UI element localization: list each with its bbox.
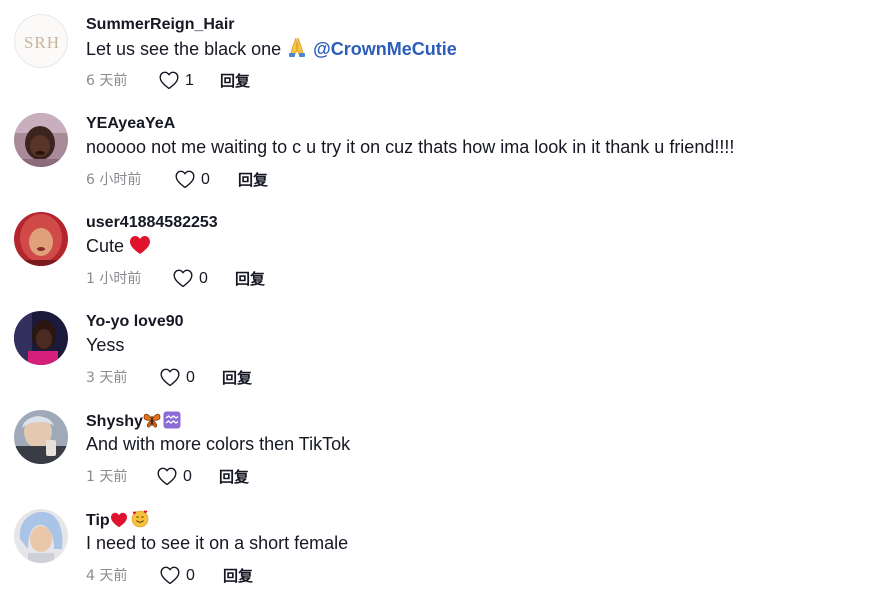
reply-button[interactable]: 回复 — [222, 366, 252, 390]
comment-item: Shyshy And with more colors then TikTok … — [0, 410, 879, 509]
heart-outline-icon — [173, 269, 193, 288]
like-count: 0 — [199, 270, 208, 287]
username[interactable]: SummerReign_Hair — [86, 15, 235, 35]
comment-item: Yo-yo love90 Yess 3 天前 0 回复 — [0, 311, 879, 410]
heart-outline-icon — [175, 170, 195, 189]
username-text[interactable]: Shyshy — [86, 413, 143, 430]
username[interactable]: Yo-yo love90 — [86, 312, 184, 332]
avatar[interactable] — [14, 509, 68, 563]
avatar[interactable] — [14, 113, 68, 167]
red-heart-icon — [129, 235, 151, 261]
timestamp: 1 天前 — [86, 469, 128, 485]
reply-button[interactable]: 回复 — [238, 168, 268, 192]
avatar[interactable]: SRH — [14, 14, 68, 68]
timestamp: 6 小时前 — [86, 172, 142, 188]
avatar[interactable] — [14, 311, 68, 365]
comment-text: nooooo not me waiting to c u try it on c… — [86, 137, 735, 157]
reply-button[interactable]: 回复 — [219, 465, 249, 489]
avatar[interactable] — [14, 212, 68, 266]
comment-body: Let us see the black one — [86, 39, 282, 59]
reply-button[interactable]: 回复 — [235, 267, 265, 291]
reply-button[interactable]: 回复 — [220, 69, 250, 93]
comment-text: I need to see it on a short female — [86, 533, 349, 553]
comment-item: user41884582253 Cute 1 小时前 0 回复 — [0, 212, 879, 311]
comment-item: YEAyeaYeA nooooo not me waiting to c u t… — [0, 113, 879, 212]
heart-outline-icon — [157, 467, 177, 486]
user-photo-icon — [14, 212, 68, 266]
comment-item: SRH SummerReign_Hair Let us see the blac… — [0, 14, 879, 113]
folded-hands-icon — [286, 36, 308, 64]
comment-body: Cute — [86, 236, 125, 256]
username-text[interactable]: user41884582253 — [86, 214, 218, 231]
like-count: 0 — [186, 567, 195, 584]
heart-outline-icon — [160, 368, 180, 387]
like-count: 0 — [201, 171, 210, 188]
like-count: 0 — [186, 369, 195, 386]
user-photo-icon — [14, 311, 68, 365]
comment-list: SRH SummerReign_Hair Let us see the blac… — [0, 0, 879, 604]
comment-text: And with more colors then TikTok — [86, 434, 351, 454]
username-text[interactable]: SummerReign_Hair — [86, 16, 235, 33]
comment-text: Let us see the black one @CrownMeCutie — [86, 36, 457, 64]
user-photo-icon — [14, 509, 68, 563]
comment-text: Yess — [86, 335, 125, 355]
user-photo-icon — [14, 410, 68, 464]
timestamp: 1 小时前 — [86, 271, 142, 287]
timestamp: 4 天前 — [86, 568, 128, 584]
comment-text: Cute — [86, 234, 151, 261]
username-text[interactable]: Tip — [86, 512, 110, 529]
heart-outline-icon — [160, 566, 180, 585]
brand-logo-icon: SRH — [24, 33, 60, 52]
avatar-logo-text: SRH — [24, 33, 60, 52]
user-photo-icon — [14, 113, 68, 167]
username-text[interactable]: Yo-yo love90 — [86, 313, 184, 330]
avatar[interactable] — [14, 410, 68, 464]
username[interactable]: user41884582253 — [86, 213, 218, 233]
username[interactable]: YEAyeaYeA — [86, 114, 175, 134]
heart-outline-icon — [159, 71, 179, 90]
comment-item: Tip I need to see it on a short female 4… — [0, 509, 879, 608]
like-count: 0 — [183, 468, 192, 485]
timestamp: 6 天前 — [86, 73, 128, 89]
username-text[interactable]: YEAyeaYeA — [86, 115, 175, 132]
reply-button[interactable]: 回复 — [223, 564, 253, 588]
timestamp: 3 天前 — [86, 370, 128, 386]
mention-link[interactable]: @CrownMeCutie — [313, 39, 457, 59]
like-count: 1 — [185, 72, 194, 89]
